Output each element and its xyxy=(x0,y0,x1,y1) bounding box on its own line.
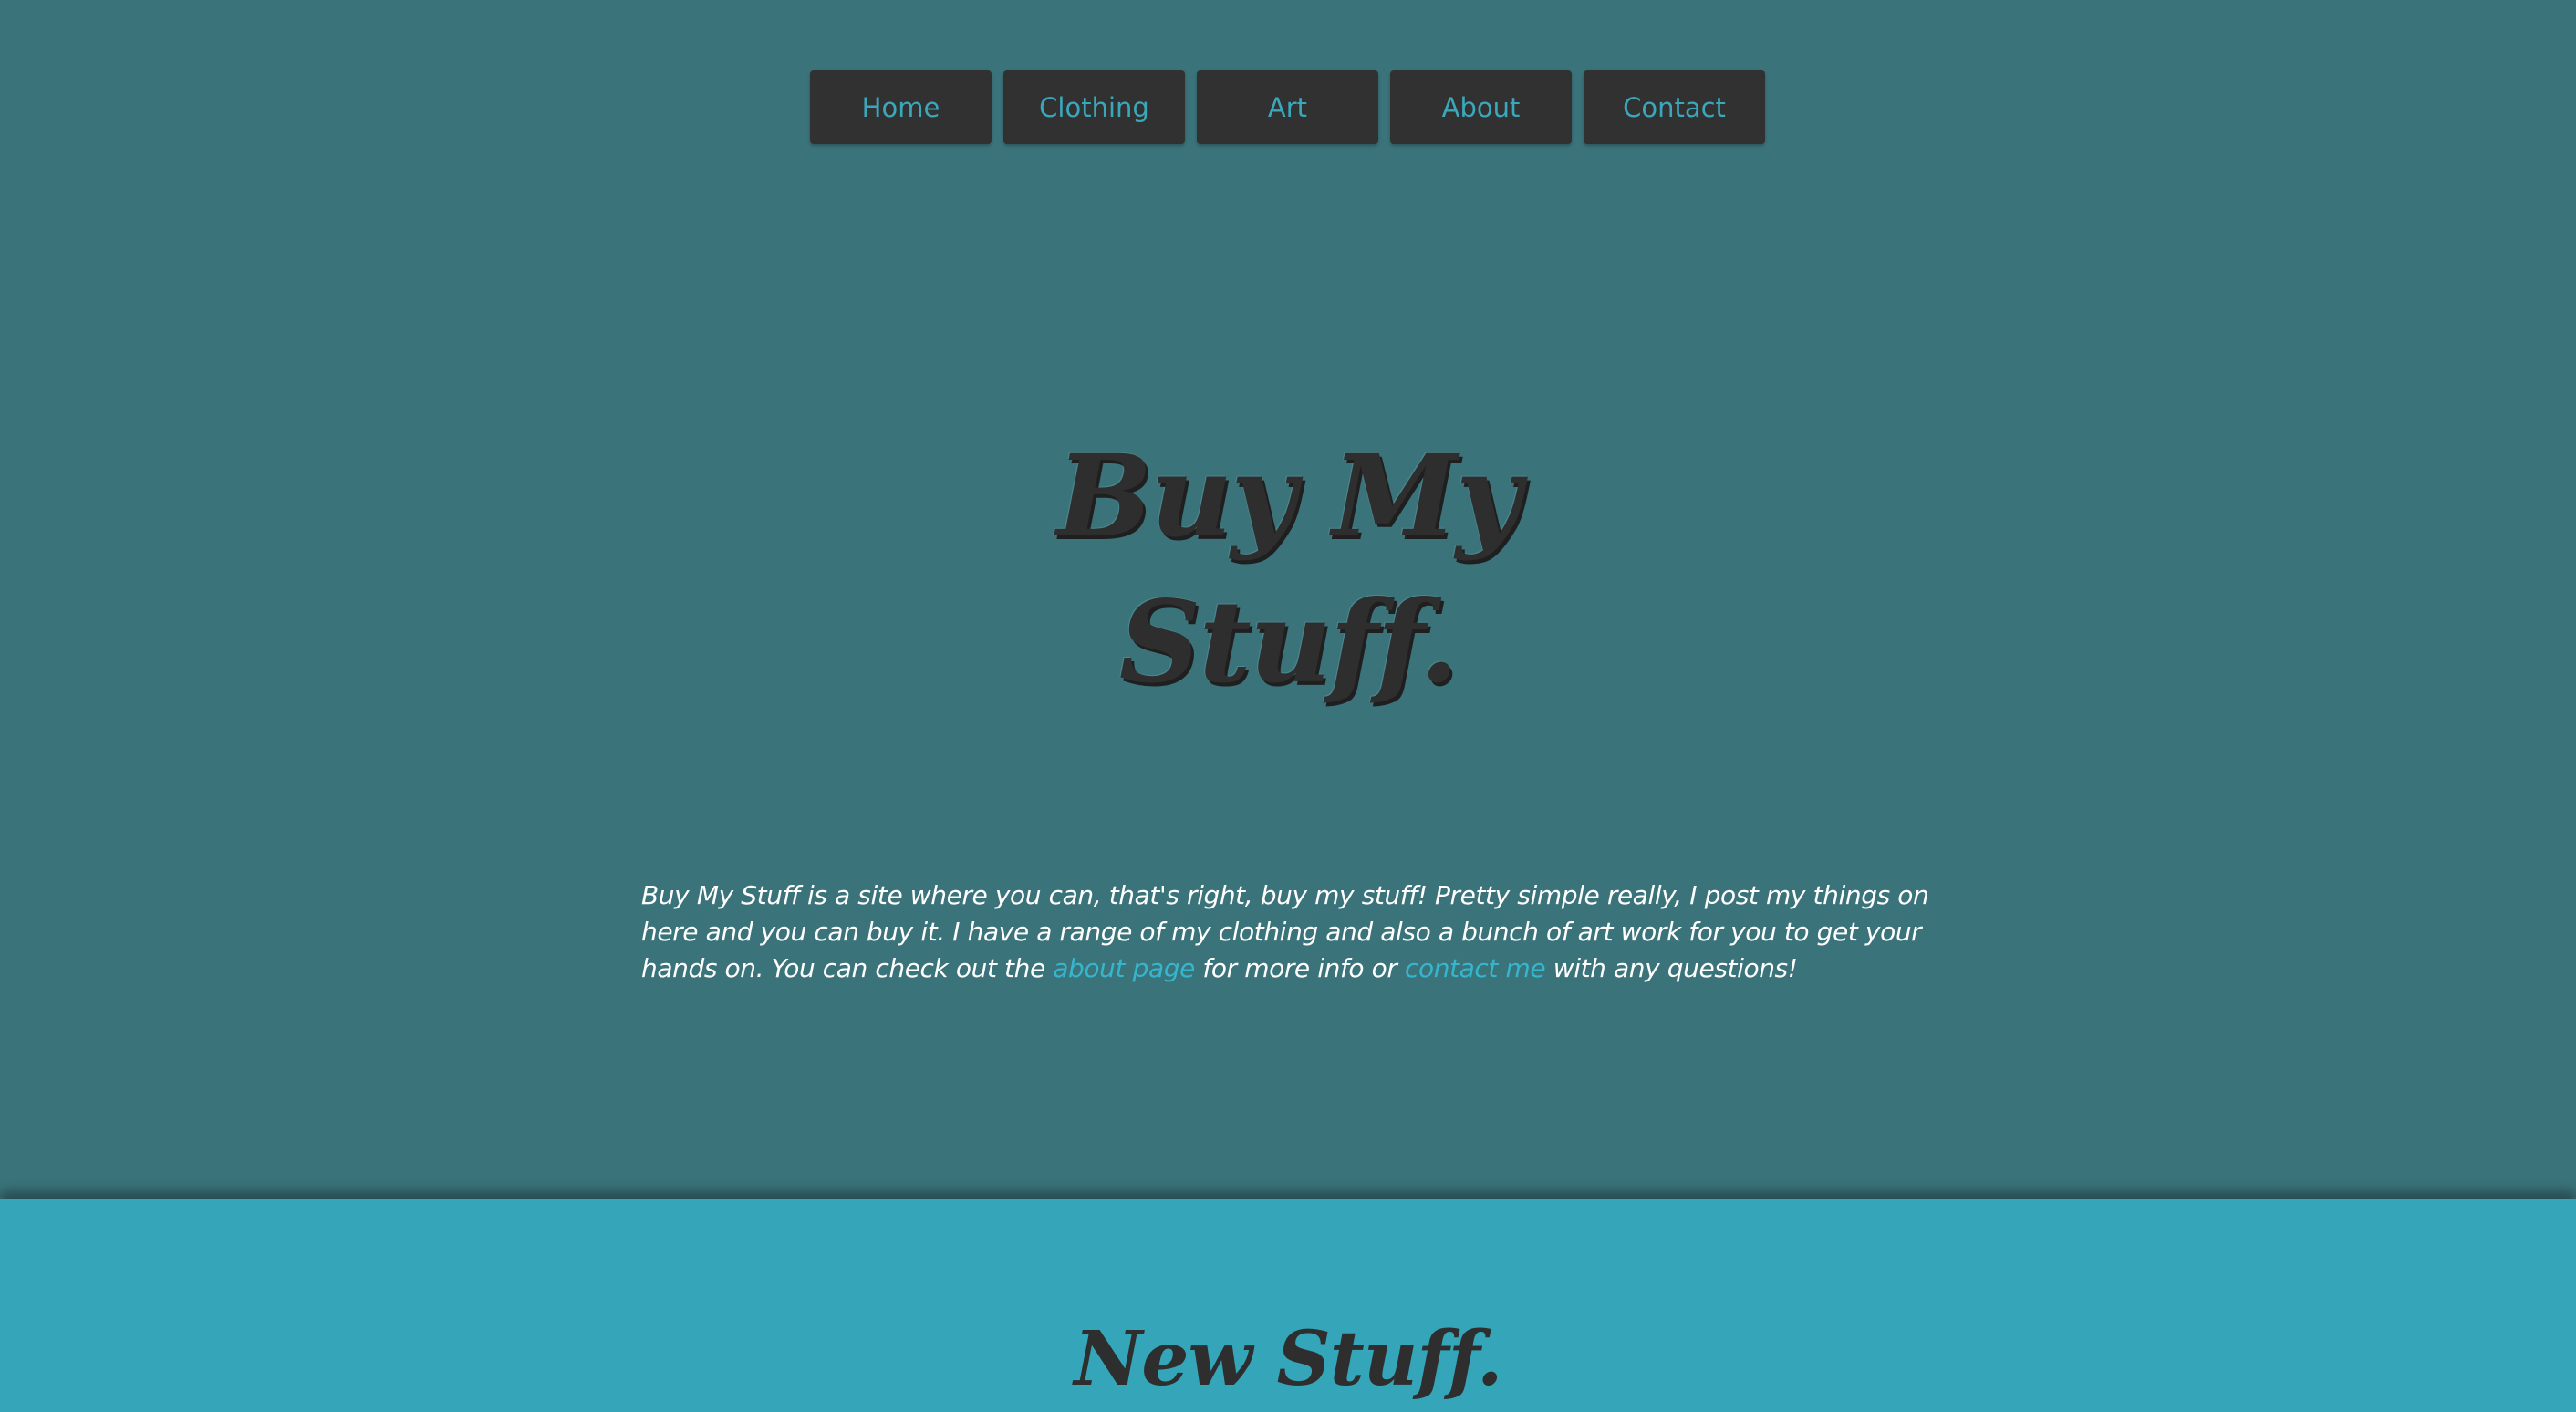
intro-text-part-2: for more info or xyxy=(1194,953,1406,983)
page-title-line-1: Buy My xyxy=(1056,431,1522,563)
main-nav: Home Clothing Art About Contact xyxy=(810,70,1765,144)
intro-text-part-3: with any questions! xyxy=(1545,953,1798,983)
page-title-line-2: Stuff. xyxy=(1118,576,1459,709)
about-page-link[interactable]: about page xyxy=(1053,953,1195,983)
new-stuff-heading: New Stuff. xyxy=(1074,1315,1502,1403)
nav-contact-button[interactable]: Contact xyxy=(1584,70,1765,144)
intro-paragraph: Buy My Stuff is a site where you can, th… xyxy=(641,877,1937,987)
nav-home-button[interactable]: Home xyxy=(810,70,992,144)
nav-art-button[interactable]: Art xyxy=(1197,70,1378,144)
nav-about-button[interactable]: About xyxy=(1390,70,1572,144)
page-title: Buy My Stuff. xyxy=(0,424,2576,716)
nav-clothing-button[interactable]: Clothing xyxy=(1003,70,1185,144)
contact-me-link[interactable]: contact me xyxy=(1405,953,1546,983)
